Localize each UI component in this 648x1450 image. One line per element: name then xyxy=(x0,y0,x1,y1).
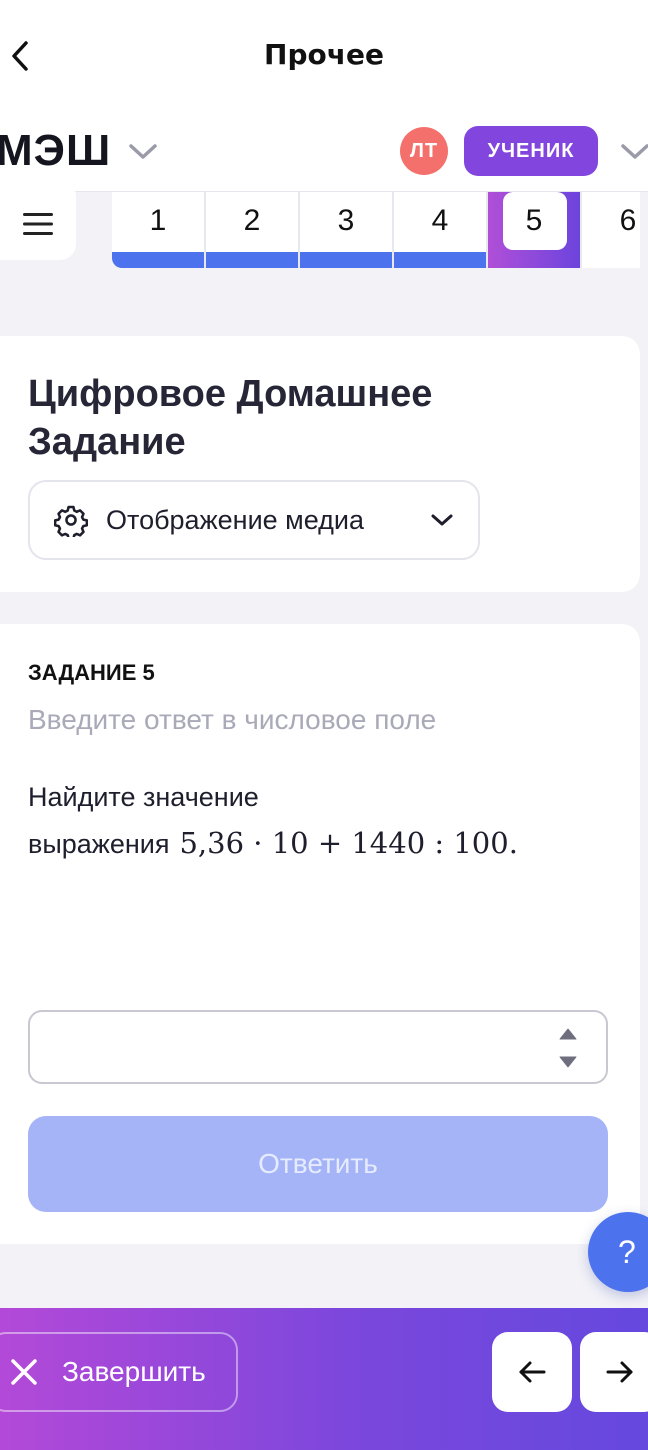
step-number: 3 xyxy=(337,204,355,237)
chevron-down-icon[interactable] xyxy=(128,140,158,162)
task-hint: Введите ответ в числовое поле xyxy=(28,704,437,735)
step-number: 4 xyxy=(431,204,449,237)
top-bar: Прочее xyxy=(0,0,648,112)
media-select-label: Отображение медиа xyxy=(106,504,365,535)
finish-button[interactable]: Завершить xyxy=(0,1332,238,1412)
step-number: 1 xyxy=(149,204,167,237)
caret-up-icon[interactable] xyxy=(559,1028,577,1040)
finish-label: Завершить xyxy=(62,1356,206,1387)
step-number: 2 xyxy=(243,204,261,237)
task-question: Найдите значение выражения 5,36 · 10 + 14… xyxy=(28,774,608,867)
task-text-line2: выражения xyxy=(28,829,170,859)
avatar[interactable]: ЛТ xyxy=(400,127,448,175)
chevron-down-icon xyxy=(431,514,453,526)
task-stepper: 1 2 3 4 5 6 xyxy=(112,192,640,268)
answer-input[interactable] xyxy=(46,1012,546,1082)
submit-answer-button[interactable]: Ответить xyxy=(28,1116,608,1212)
brand-bar: МЭШ ЛТ УЧЕНИК xyxy=(0,112,648,192)
bottom-action-bar: Завершить xyxy=(0,1308,648,1450)
chevron-down-icon[interactable] xyxy=(620,140,648,162)
step-number: 6 xyxy=(619,204,637,237)
step-done-bar xyxy=(300,252,392,268)
homework-title: Цифровое Домашнее Задание xyxy=(28,373,433,463)
gear-icon xyxy=(54,505,88,537)
step-3[interactable]: 3 xyxy=(300,192,394,268)
previous-task-button[interactable] xyxy=(492,1332,572,1412)
arrow-left-icon xyxy=(519,1361,546,1383)
next-task-button[interactable] xyxy=(580,1332,648,1412)
arrow-right-icon xyxy=(606,1361,633,1383)
role-badge[interactable]: УЧЕНИК xyxy=(464,126,598,176)
task-text-line2-wrap: выражения 5,36 · 10 + 1440 : 100. xyxy=(28,820,608,867)
step-4[interactable]: 4 xyxy=(394,192,488,268)
step-5-current[interactable]: 5 xyxy=(488,192,582,268)
math-expression: 5,36 · 10 + 1440 : 100. xyxy=(179,826,518,860)
answer-number-field[interactable] xyxy=(28,1010,608,1084)
close-icon xyxy=(11,1359,37,1385)
step-6[interactable]: 6 xyxy=(582,192,640,268)
task-label: ЗАДАНИЕ 5 xyxy=(28,660,155,685)
step-done-bar xyxy=(206,252,298,268)
mesh-logo[interactable]: МЭШ xyxy=(0,126,111,176)
caret-down-icon[interactable] xyxy=(559,1056,577,1068)
step-done-bar xyxy=(394,252,486,268)
step-1[interactable]: 1 xyxy=(112,192,206,268)
homework-header-card: Цифровое Домашнее Задание Отображение ме… xyxy=(0,336,640,592)
menu-button[interactable] xyxy=(0,180,76,260)
step-2[interactable]: 2 xyxy=(206,192,300,268)
hamburger-menu-icon xyxy=(23,213,53,235)
step-done-bar xyxy=(112,252,204,268)
media-display-select[interactable]: Отображение медиа xyxy=(28,480,480,560)
page-title: Прочее xyxy=(264,38,384,71)
number-stepper[interactable] xyxy=(558,1028,578,1068)
task-card: ЗАДАНИЕ 5 Введите ответ в числовое поле … xyxy=(0,624,640,1244)
step-number: 5 xyxy=(525,204,543,237)
task-text-line1: Найдите значение xyxy=(28,782,259,812)
